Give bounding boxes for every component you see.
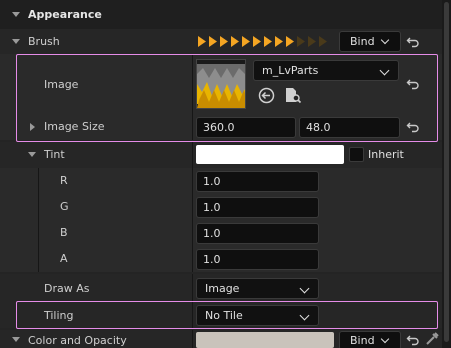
pin-arrow-icon [253,36,261,47]
pin-arrow-icon [209,36,217,47]
b-label: B [60,226,68,239]
tint-r-row: R 1.0 [0,168,442,194]
image-highlight-box [16,54,438,142]
pin-arrow-icon [319,36,327,47]
collapse-arrow-icon[interactable] [12,12,20,17]
chevron-down-icon [299,283,310,294]
brush-label: Brush [28,35,60,48]
reset-arrow-icon[interactable] [406,333,420,347]
pin-arrow-icon [297,36,305,47]
color-opacity-collapse-arrow-icon[interactable] [12,337,20,342]
inherit-label: Inherit [368,148,404,161]
pin-arrow-icon [308,36,316,47]
scrollbar-thumb[interactable] [444,2,449,342]
tint-b-field[interactable]: 1.0 [196,223,319,244]
tiling-highlight-box [16,301,438,329]
tint-r-field[interactable]: 1.0 [196,171,319,192]
tint-g-field[interactable]: 1.0 [196,197,319,218]
color-opacity-swatch[interactable] [196,332,334,348]
color-bind-dropdown[interactable]: Bind [339,331,401,348]
tint-a-row: A 1.0 [0,246,442,272]
appearance-section-header[interactable]: Appearance [0,0,442,29]
reset-arrow-icon[interactable] [406,35,420,49]
draw-as-dropdown[interactable]: Image [196,278,319,299]
tint-collapse-arrow-icon[interactable] [28,152,36,157]
pin-arrow-icon [264,36,272,47]
color-bind-label: Bind [350,334,375,347]
brush-bind-label: Bind [350,35,375,48]
brush-bind-dropdown[interactable]: Bind [339,31,401,52]
pin-arrow-icon [220,36,228,47]
pin-arrow-icon [198,36,206,47]
chevron-down-icon [380,334,390,344]
pin-arrow-icon [242,36,250,47]
tint-b-row: B 1.0 [0,220,442,246]
tint-row: Tint Inherit [0,142,442,168]
tint-label: Tint [44,148,65,161]
draw-as-value: Image [205,282,240,295]
a-label: A [60,252,68,265]
r-label: R [60,174,68,187]
brush-pin-icons [197,35,337,48]
eyedropper-icon[interactable] [424,331,440,347]
draw-as-label: Draw As [44,282,90,295]
pin-arrow-icon [231,36,239,47]
brush-collapse-arrow-icon[interactable] [12,39,20,44]
pin-arrow-icon [275,36,283,47]
brush-row: Brush Bind [0,29,442,54]
appearance-label: Appearance [28,8,102,21]
pin-arrow-icon [286,36,294,47]
scrollbar[interactable] [442,0,451,348]
tint-a-field[interactable]: 1.0 [196,249,319,270]
inherit-checkbox[interactable] [349,147,364,162]
tint-color-swatch[interactable] [196,145,344,164]
color-and-opacity-row: Color and Opacity Bind [0,330,442,348]
tint-g-row: G 1.0 [0,194,442,220]
chevron-down-icon [380,35,390,45]
details-panel: Appearance Brush Bind Image m_LvParts Im… [0,0,451,348]
g-label: G [60,200,69,213]
draw-as-row: Draw As Image [0,274,442,302]
color-and-opacity-label: Color and Opacity [28,334,127,347]
